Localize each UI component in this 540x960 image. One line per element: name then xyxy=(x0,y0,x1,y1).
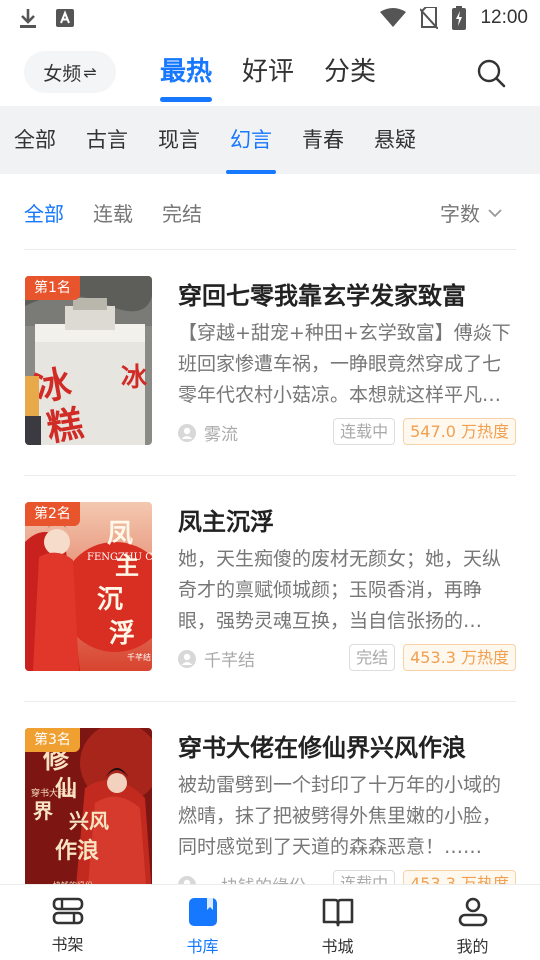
status-badge: 连载中 xyxy=(333,418,396,445)
svg-text:主: 主 xyxy=(115,551,139,580)
book-cover-image: FENGZHU CHENFU 凤 主 沉 浮 千芊结 xyxy=(25,502,152,671)
svg-text:界: 界 xyxy=(33,799,53,823)
nav-label: 书库 xyxy=(186,937,219,956)
book-meta: 一块钱的缘份 连载中 453.3 万热度 xyxy=(178,870,516,884)
status-bar: 12:00 xyxy=(0,0,540,36)
rank-badge: 第2名 xyxy=(25,502,80,526)
heat-badge: 547.0 万热度 xyxy=(403,418,516,445)
book-author: 一块钱的缘份 xyxy=(178,872,306,884)
heat-badge: 453.3 万热度 xyxy=(403,644,516,671)
book-item[interactable]: FENGZHU CHENFU 凤 主 沉 浮 千芊结 第2名 凤主沉浮 她，天生… xyxy=(24,476,516,702)
sort-dropdown[interactable]: 字数 xyxy=(440,198,502,227)
filter-all[interactable]: 全部 xyxy=(24,198,64,227)
user-avatar-icon xyxy=(178,875,196,884)
book-list: 冰 糕 冰 第1名 穿回七零我靠玄学发家致富 【穿越+甜宠+种田+玄学致富】傅焱… xyxy=(24,250,516,884)
nav-library[interactable]: 书库 xyxy=(135,885,270,960)
nav-label: 我的 xyxy=(456,937,489,956)
book-meta: 千芊结 完结 453.3 万热度 xyxy=(178,644,516,672)
book-cover[interactable]: FENGZHU CHENFU 凤 主 沉 浮 千芊结 第2名 xyxy=(25,502,152,671)
user-avatar-icon xyxy=(178,649,196,668)
book-item[interactable]: 修 仙 界 兴风 作浪 穿书大佬在 一块钱的缘份 第3名 穿书大佬在修仙界兴风作… xyxy=(24,702,516,884)
open-book-icon xyxy=(322,898,353,927)
rank-badge: 第1名 xyxy=(25,276,80,300)
svg-text:兴风: 兴风 xyxy=(69,809,109,833)
svg-text:糕: 糕 xyxy=(44,402,87,445)
top-nav: 女频 ⇌ 最热 好评 分类 xyxy=(0,36,540,106)
book-cover[interactable]: 冰 糕 冰 第1名 xyxy=(25,276,152,445)
filter-ongoing[interactable]: 连载 xyxy=(93,198,133,227)
bottom-nav: 书架 书库 书城 我的 xyxy=(0,884,540,960)
filter-row: 全部 连载 完结 字数 xyxy=(24,174,516,250)
main-tabs: 最热 好评 分类 xyxy=(160,52,376,102)
nav-bookshelf[interactable]: 书架 xyxy=(0,885,135,960)
channel-switch-button[interactable]: 女频 ⇌ xyxy=(24,51,116,93)
author-name: 一块钱的缘份 xyxy=(204,872,306,884)
channel-label: 女频 xyxy=(43,62,82,85)
heat-badge: 453.3 万热度 xyxy=(403,870,516,884)
clock: 12:00 xyxy=(480,7,528,28)
search-icon[interactable] xyxy=(476,58,506,88)
svg-text:作浪: 作浪 xyxy=(55,838,99,864)
category-youth[interactable]: 青春 xyxy=(302,106,344,174)
book-item[interactable]: 冰 糕 冰 第1名 穿回七零我靠玄学发家致富 【穿越+甜宠+种田+玄学致富】傅焱… xyxy=(24,250,516,476)
bookshelf-icon xyxy=(52,897,83,925)
category-ancient[interactable]: 古言 xyxy=(86,106,128,174)
nav-profile[interactable]: 我的 xyxy=(405,885,540,960)
svg-text:穿书大佬在: 穿书大佬在 xyxy=(31,787,76,799)
category-suspense[interactable]: 悬疑 xyxy=(374,106,416,174)
book-title[interactable]: 穿书大佬在修仙界兴风作浪 xyxy=(178,728,516,763)
tab-hottest[interactable]: 最热 xyxy=(160,52,213,102)
text-app-icon xyxy=(56,9,74,27)
book-title[interactable]: 穿回七零我靠玄学发家致富 xyxy=(178,276,516,311)
user-icon xyxy=(458,897,487,927)
book-author: 雾流 xyxy=(178,420,238,445)
category-bar: 全部 古言 现言 幻言 青春 悬疑 xyxy=(0,106,540,174)
sort-label: 字数 xyxy=(440,202,480,226)
category-modern[interactable]: 现言 xyxy=(158,106,200,174)
nav-label: 书城 xyxy=(321,937,354,956)
switch-arrows-icon: ⇌ xyxy=(83,62,97,82)
category-all[interactable]: 全部 xyxy=(14,106,56,174)
wifi-icon xyxy=(380,8,407,27)
svg-text:冰: 冰 xyxy=(121,363,148,393)
status-badge: 连载中 xyxy=(333,870,396,884)
tab-categories[interactable]: 分类 xyxy=(324,52,376,96)
nav-label: 书架 xyxy=(51,935,84,954)
chevron-down-icon xyxy=(488,208,502,217)
svg-text:千芊结: 千芊结 xyxy=(127,652,151,662)
filter-completed[interactable]: 完结 xyxy=(162,198,202,227)
author-name: 千芊结 xyxy=(204,651,255,671)
book-description: 【穿越+甜宠+种田+玄学致富】傅焱下班回家惨遭车祸，一睁眼竟然穿成了七零年代农村… xyxy=(178,322,511,406)
svg-text:沉: 沉 xyxy=(97,585,123,615)
svg-text:凤: 凤 xyxy=(107,519,133,549)
tab-top-rated[interactable]: 好评 xyxy=(242,52,294,96)
book-description: 她，天生痴傻的废材无颜女；她，天纵奇才的禀赋倾城颜；玉陨香消，再睁眼，强势灵魂互… xyxy=(178,548,502,632)
book-library-icon xyxy=(188,898,217,926)
book-cover[interactable]: 修 仙 界 兴风 作浪 穿书大佬在 一块钱的缘份 第3名 xyxy=(25,728,152,884)
book-description: 被劫雷劈到一个封印了十万年的小域的燃晴，抹了把被劈得外焦里嫩的小脸，同时感觉到了… xyxy=(178,774,502,858)
book-title[interactable]: 凤主沉浮 xyxy=(178,502,516,537)
book-author: 千芊结 xyxy=(178,646,255,671)
no-sim-icon xyxy=(420,7,439,29)
download-icon xyxy=(20,9,36,28)
svg-text:浮: 浮 xyxy=(109,619,135,649)
battery-icon xyxy=(452,6,467,30)
book-cover-image: 冰 糕 冰 xyxy=(25,276,152,445)
author-name: 雾流 xyxy=(204,425,238,445)
user-avatar-icon xyxy=(178,423,196,442)
nav-bookstore[interactable]: 书城 xyxy=(270,885,405,960)
book-meta: 雾流 连载中 547.0 万热度 xyxy=(178,418,516,446)
category-fantasy[interactable]: 幻言 xyxy=(226,106,276,174)
status-badge: 完结 xyxy=(349,644,396,671)
rank-badge: 第3名 xyxy=(25,728,80,752)
